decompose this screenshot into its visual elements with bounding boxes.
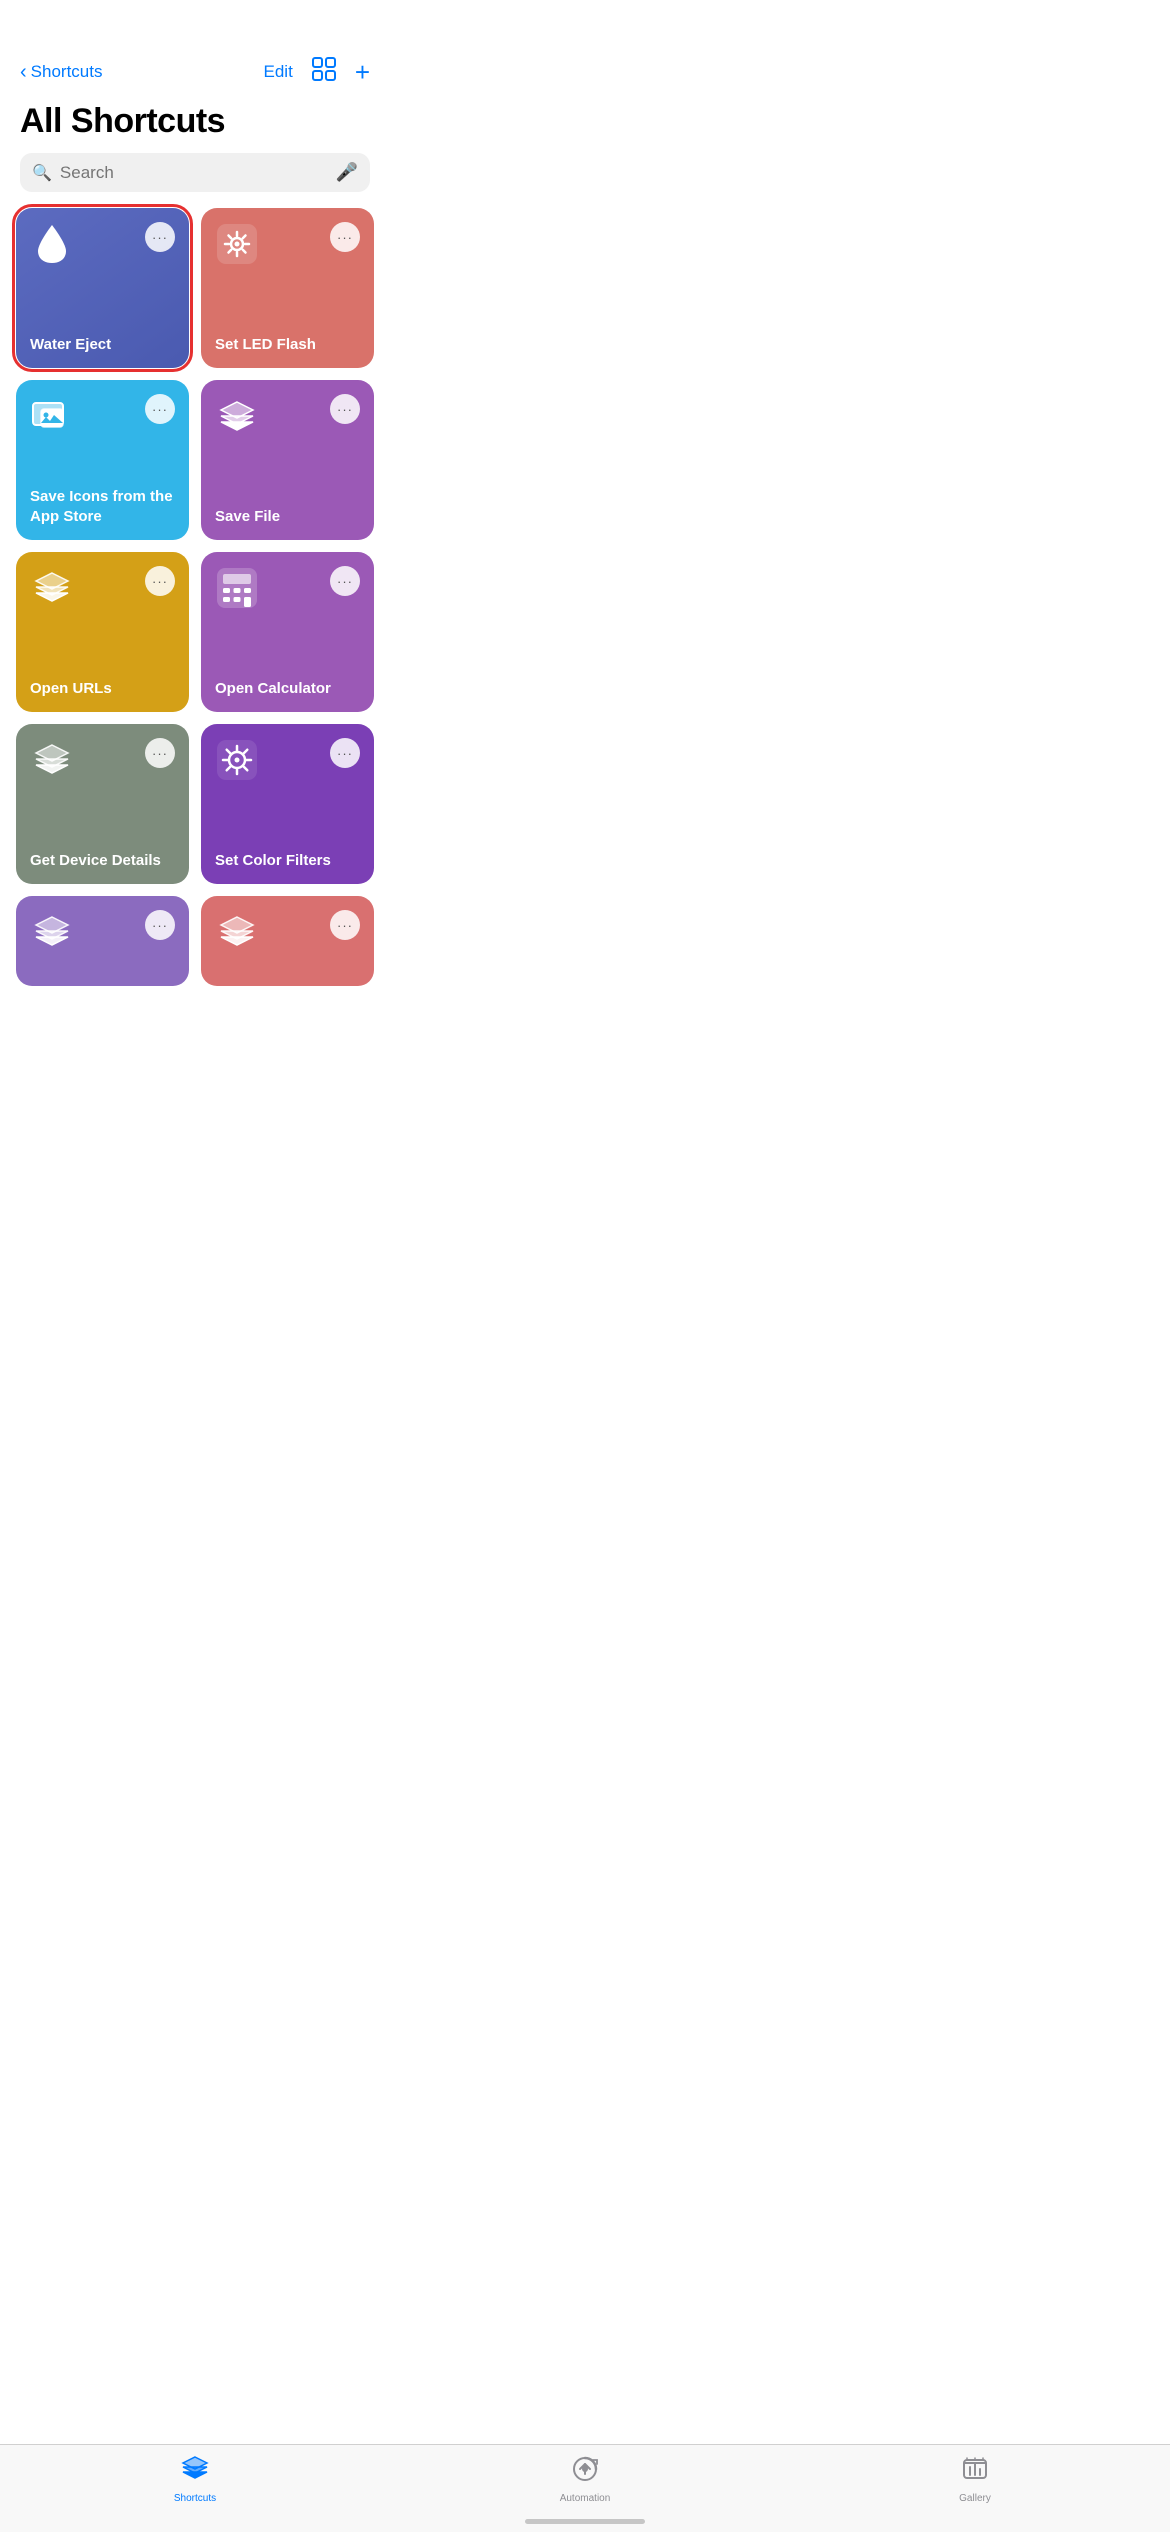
- gallery-tab-icon: [961, 2455, 989, 2490]
- grid-icon: [311, 56, 337, 82]
- open-calculator-label: Open Calculator: [215, 675, 360, 699]
- card-top: ···: [215, 394, 360, 438]
- set-color-more-button[interactable]: ···: [330, 738, 360, 768]
- save-icons-icon: [30, 394, 74, 438]
- set-led-flash-label: Set LED Flash: [215, 331, 360, 355]
- get-device-label: Get Device Details: [30, 847, 175, 871]
- automation-tab-label: Automation: [560, 2493, 611, 2504]
- card-top: ···: [30, 222, 175, 266]
- set-color-icon: [215, 738, 259, 782]
- shortcut-card-partial-right[interactable]: ···: [201, 896, 374, 986]
- home-indicator: [525, 2519, 645, 2524]
- shortcuts-tab-icon: [181, 2455, 209, 2490]
- nav-right-actions: Edit +: [264, 56, 370, 88]
- shortcut-card-open-calculator[interactable]: ··· Open Calculator: [201, 552, 374, 712]
- partial-right-more-button[interactable]: ···: [330, 910, 360, 940]
- water-eject-icon: [30, 222, 74, 266]
- water-eject-more-button[interactable]: ···: [145, 222, 175, 252]
- open-urls-label: Open URLs: [30, 675, 175, 699]
- back-button[interactable]: ‹ Shortcuts: [20, 61, 102, 84]
- tab-shortcuts[interactable]: Shortcuts: [0, 2455, 390, 2504]
- gallery-tab-label: Gallery: [959, 2493, 991, 2504]
- set-color-label: Set Color Filters: [215, 847, 360, 871]
- tab-gallery[interactable]: Gallery: [780, 2455, 1170, 2504]
- card-top: ···: [215, 738, 360, 782]
- tab-automation[interactable]: Automation: [390, 2455, 780, 2504]
- save-file-label: Save File: [215, 503, 360, 527]
- card-top: ···: [30, 738, 175, 782]
- save-file-icon: [215, 394, 259, 438]
- water-eject-label: Water Eject: [30, 331, 175, 355]
- open-urls-more-button[interactable]: ···: [145, 566, 175, 596]
- status-bar: [0, 0, 390, 50]
- microphone-icon[interactable]: 🎤: [336, 162, 358, 183]
- save-file-more-button[interactable]: ···: [330, 394, 360, 424]
- page-title: All Shortcuts: [0, 94, 390, 153]
- shortcut-card-water-eject[interactable]: ··· Water Eject: [16, 208, 189, 368]
- shortcut-card-save-file[interactable]: ··· Save File: [201, 380, 374, 540]
- shortcut-card-get-device[interactable]: ··· Get Device Details: [16, 724, 189, 884]
- get-device-more-button[interactable]: ···: [145, 738, 175, 768]
- shortcut-card-set-color[interactable]: ··· Set Color Filters: [201, 724, 374, 884]
- grid-view-button[interactable]: [311, 56, 337, 88]
- open-calculator-more-button[interactable]: ···: [330, 566, 360, 596]
- card-top: ···: [215, 222, 360, 266]
- get-device-icon: [30, 738, 74, 782]
- shortcuts-content: ··· Water Eject: [0, 208, 390, 1102]
- add-button[interactable]: +: [355, 59, 370, 85]
- nav-bar: ‹ Shortcuts Edit +: [0, 50, 390, 94]
- search-icon: 🔍: [32, 163, 52, 183]
- open-calculator-icon: [215, 566, 259, 610]
- open-urls-icon: [30, 566, 74, 610]
- shortcut-card-set-led-flash[interactable]: ··· Set LED Flash: [201, 208, 374, 368]
- shortcut-card-partial-left[interactable]: ···: [16, 896, 189, 986]
- automation-tab-icon: [571, 2455, 599, 2490]
- partial-left-icon: [30, 910, 74, 954]
- partial-left-more-button[interactable]: ···: [145, 910, 175, 940]
- card-top: ···: [30, 394, 175, 438]
- set-led-flash-icon: [215, 222, 259, 266]
- save-icons-label: Save Icons from the App Store: [30, 483, 175, 526]
- edit-button[interactable]: Edit: [264, 62, 293, 82]
- shortcut-card-open-urls[interactable]: ··· Open URLs: [16, 552, 189, 712]
- shortcuts-grid: ··· Water Eject: [0, 208, 390, 1002]
- back-label: Shortcuts: [31, 62, 103, 82]
- card-top: ···: [30, 910, 175, 954]
- partial-right-icon: [215, 910, 259, 954]
- card-top: ···: [215, 910, 360, 954]
- shortcuts-tab-label: Shortcuts: [174, 2493, 216, 2504]
- chevron-left-icon: ‹: [20, 61, 27, 84]
- shortcut-card-save-icons[interactable]: ··· Save Icons from the App Store: [16, 380, 189, 540]
- search-input[interactable]: [60, 163, 328, 183]
- set-led-flash-more-button[interactable]: ···: [330, 222, 360, 252]
- card-top: ···: [30, 566, 175, 610]
- save-icons-more-button[interactable]: ···: [145, 394, 175, 424]
- search-bar[interactable]: 🔍 🎤: [20, 153, 370, 192]
- card-top: ···: [215, 566, 360, 610]
